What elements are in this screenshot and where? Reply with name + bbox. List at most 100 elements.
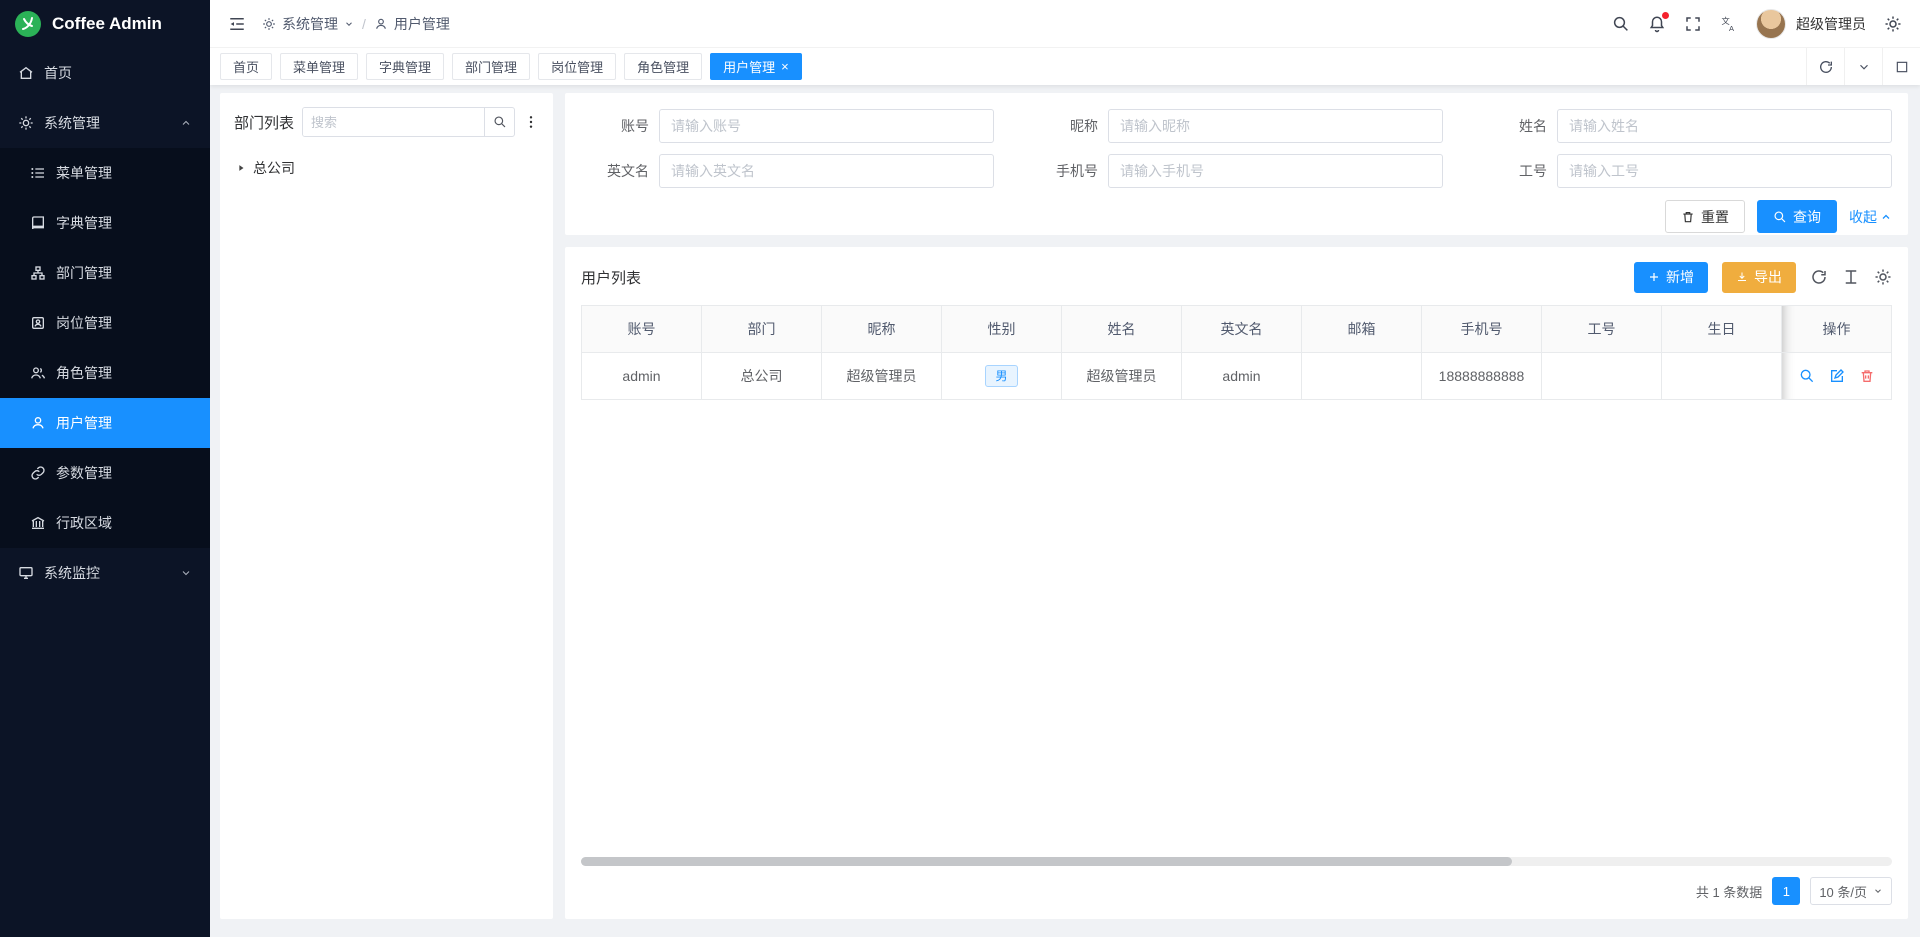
column-header: 生日 [1662,306,1782,353]
search-icon[interactable] [484,108,514,136]
phone-input[interactable] [1108,154,1443,188]
cell-english-name: admin [1182,353,1302,400]
query-button[interactable]: 查询 [1757,200,1837,233]
name-input[interactable] [1557,109,1892,143]
top-header: 系统管理 / 用户管理 文A 超级管理员 [210,0,1920,48]
refresh-icon[interactable] [1810,268,1828,286]
department-search-input[interactable] [303,108,484,136]
user-list-tools: 新增 导出 [1634,262,1892,293]
view-magnifier-icon[interactable] [1799,368,1815,384]
tab-dict-mgmt[interactable]: 字典管理 [366,53,444,80]
filter-field-phone: 手机号 [1030,154,1443,188]
cell-dept: 总公司 [702,353,822,400]
filter-label: 账号 [581,116,659,136]
plus-icon [1648,271,1660,283]
trash-icon[interactable] [1859,368,1875,384]
main-panel: 账号 昵称 姓名 英文名 手机号 [565,93,1908,919]
chevron-down-icon [180,567,192,579]
tab-user-mgmt[interactable]: 用户管理 × [710,53,802,80]
id-badge-icon [30,315,46,331]
account-input[interactable] [659,109,994,143]
tab-role-mgmt[interactable]: 角色管理 [624,53,702,80]
edit-icon[interactable] [1829,368,1845,384]
filter-field-english-name: 英文名 [581,154,994,188]
breadcrumb-level2: 用户管理 [394,14,450,34]
monitor-icon [18,565,34,581]
column-header-operations: 操作 [1782,306,1892,353]
cell-birthday [1662,353,1782,400]
cell-operations [1782,353,1892,400]
tab-home[interactable]: 首页 [220,53,272,80]
home-icon [18,65,34,81]
sidebar-item-label: 用户管理 [56,413,112,433]
breadcrumb-level1[interactable]: 系统管理 [282,14,338,34]
user-icon [374,17,388,31]
collapse-filter-link[interactable]: 收起 [1849,207,1892,227]
pagination: 共 1 条数据 1 10 条/页 [581,875,1892,907]
cell-name: 超级管理员 [1062,353,1182,400]
tree-node-label: 总公司 [253,158,295,178]
cell-nickname: 超级管理员 [822,353,942,400]
reset-button[interactable]: 重置 [1665,200,1745,233]
sidebar-item-dept-mgmt[interactable]: 部门管理 [0,248,210,298]
add-user-button[interactable]: 新增 [1634,262,1708,293]
tree-node-root[interactable]: 总公司 [234,153,539,183]
sidebar-item-region[interactable]: 行政区域 [0,498,210,548]
chevron-up-icon [180,117,192,129]
sidebar-group-monitor[interactable]: 系统监控 [0,548,210,598]
svg-text:A: A [1729,23,1734,32]
filter-label: 工号 [1479,161,1557,181]
user-list-card: 用户列表 新增 导出 [565,247,1908,919]
filter-label: 手机号 [1030,161,1108,181]
collapse-sidebar-icon[interactable] [228,15,246,33]
chevron-down-icon[interactable] [1844,48,1882,85]
department-panel-title: 部门列表 [234,112,294,133]
tab-menu-mgmt[interactable]: 菜单管理 [280,53,358,80]
sidebar-item-dict-mgmt[interactable]: 字典管理 [0,198,210,248]
gender-tag: 男 [985,365,1017,388]
notification-badge [1662,12,1669,19]
english-name-input[interactable] [659,154,994,188]
filter-field-account: 账号 [581,109,994,143]
gear-icon[interactable] [1884,15,1902,33]
user-table: 账号 部门 昵称 性别 姓名 英文名 邮箱 手机号 工号 生日 操作 [581,305,1892,400]
caret-right-icon[interactable] [236,163,246,173]
tab-dept-mgmt[interactable]: 部门管理 [452,53,530,80]
sidebar-group-system[interactable]: 系统管理 [0,98,210,148]
sidebar-item-role-mgmt[interactable]: 角色管理 [0,348,210,398]
nickname-input[interactable] [1108,109,1443,143]
filter-label: 昵称 [1030,116,1108,136]
maximize-icon[interactable] [1882,48,1920,85]
sidebar: Coffee Admin 首页 系统管理 菜单管理 字典管理 部门管理 [0,0,210,937]
column-header: 邮箱 [1302,306,1422,353]
fullscreen-icon[interactable] [1684,15,1702,33]
refresh-icon[interactable] [1806,48,1844,85]
close-icon[interactable]: × [781,60,789,73]
username[interactable]: 超级管理员 [1796,14,1866,34]
page-number-button[interactable]: 1 [1772,877,1800,905]
tab-post-mgmt[interactable]: 岗位管理 [538,53,616,80]
horizontal-scrollbar-thumb[interactable] [581,857,1512,866]
sidebar-item-home[interactable]: 首页 [0,48,210,98]
sidebar-item-menu-mgmt[interactable]: 菜单管理 [0,148,210,198]
export-button[interactable]: 导出 [1722,262,1796,293]
bell-icon[interactable] [1648,15,1666,33]
filter-field-nickname: 昵称 [1030,109,1443,143]
column-settings-icon[interactable] [1842,268,1860,286]
chevron-down-icon [1873,886,1883,896]
gear-icon[interactable] [1874,268,1892,286]
column-header: 性别 [942,306,1062,353]
column-header: 昵称 [822,306,942,353]
sidebar-item-post-mgmt[interactable]: 岗位管理 [0,298,210,348]
search-icon[interactable] [1612,15,1630,33]
more-options-icon[interactable] [523,114,539,130]
avatar[interactable] [1756,9,1786,39]
page-size-select[interactable]: 10 条/页 [1810,877,1892,905]
sidebar-item-user-mgmt[interactable]: 用户管理 [0,398,210,448]
book-icon [30,215,46,231]
translate-icon[interactable]: 文A [1720,15,1738,33]
sidebar-item-param-mgmt[interactable]: 参数管理 [0,448,210,498]
sidebar-item-label: 首页 [44,63,72,83]
department-search [302,107,515,137]
job-number-input[interactable] [1557,154,1892,188]
